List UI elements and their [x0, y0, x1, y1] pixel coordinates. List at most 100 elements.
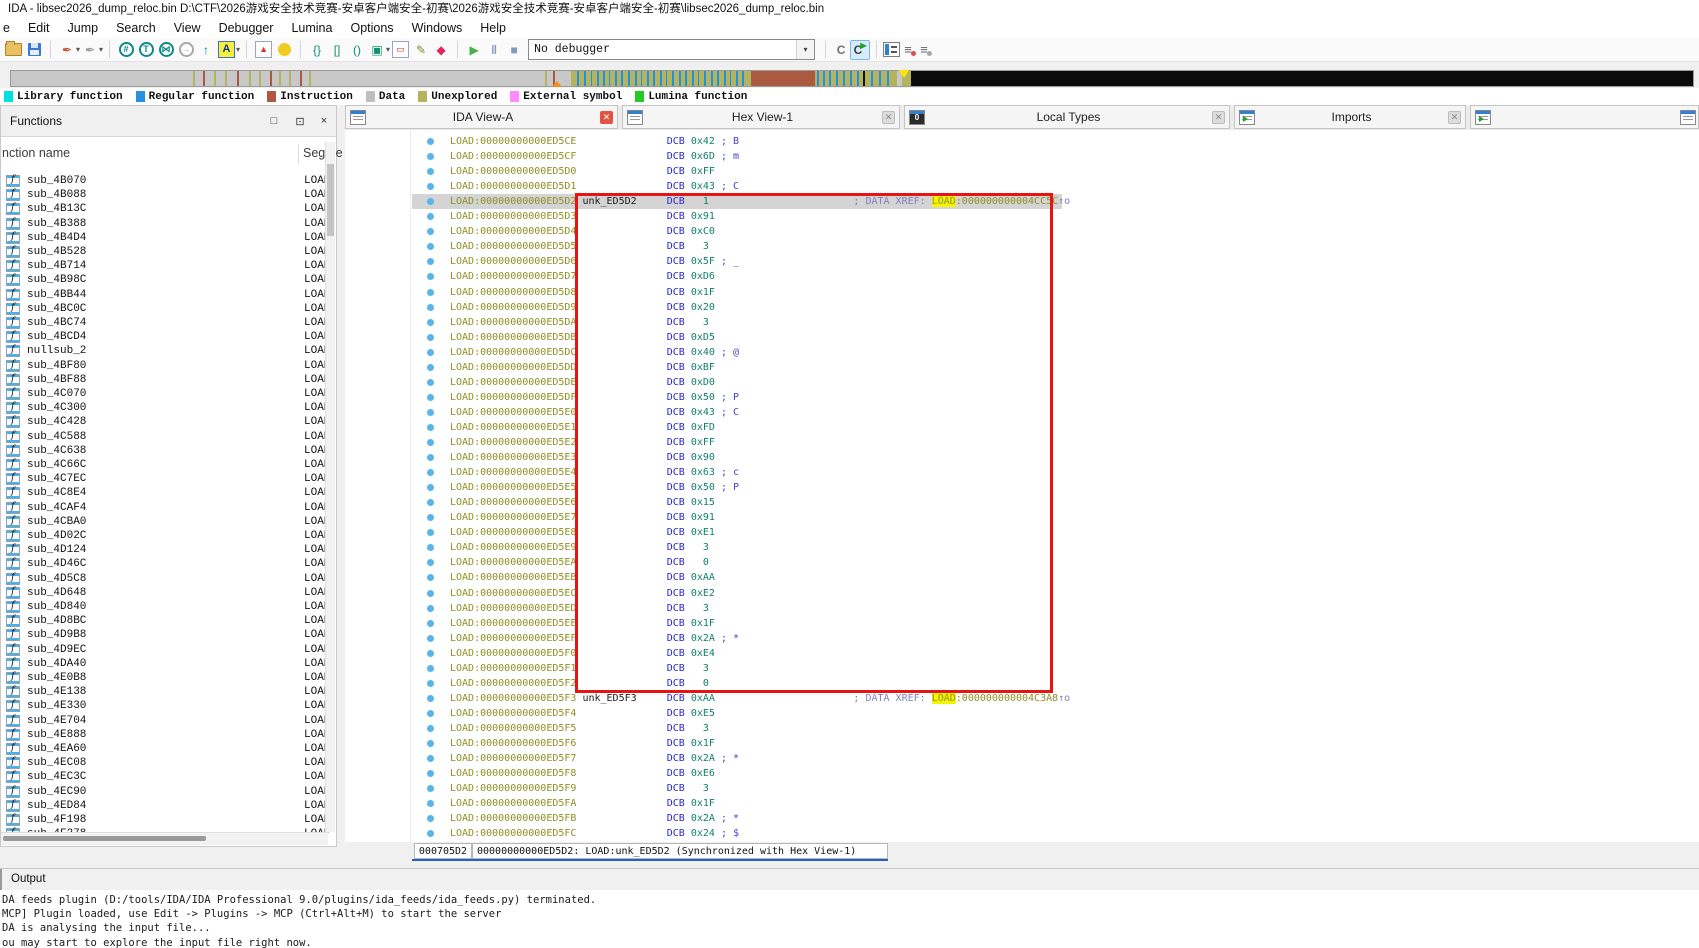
functions-horizontal-scrollbar[interactable]: [1, 832, 328, 845]
function-row[interactable]: fsub_4D5C8LOAD: [1, 573, 329, 587]
function-name[interactable]: sub_4EA60: [27, 743, 86, 755]
menu-item-search[interactable]: Search: [107, 21, 165, 35]
function-row[interactable]: fsub_4BC74LOAD: [1, 317, 329, 331]
function-row[interactable]: fsub_4C8E4LOAD: [1, 487, 329, 501]
function-name[interactable]: sub_4C428: [27, 416, 86, 428]
function-name[interactable]: sub_4D840: [27, 601, 86, 613]
stop-analysis-icon[interactable]: ◆: [433, 41, 449, 59]
function-name[interactable]: sub_4BF88: [27, 374, 86, 386]
window-list-icon[interactable]: [1680, 110, 1696, 125]
save-icon[interactable]: [26, 41, 42, 59]
menu-item-windows[interactable]: Windows: [403, 21, 472, 35]
disassembly-line[interactable]: LOAD:00000000000ED5F3 unk_ED5F3 DCB 0xAA…: [450, 691, 1070, 706]
stack-variables-icon[interactable]: ▣: [369, 41, 385, 59]
function-row[interactable]: fsub_4B388LOAD: [1, 218, 329, 232]
function-row[interactable]: fsub_4D124LOAD: [1, 544, 329, 558]
nav-band-segment[interactable]: [11, 71, 571, 86]
demangle-names-icon[interactable]: ▲: [255, 41, 272, 59]
function-row[interactable]: fsub_4C7ECLOAD: [1, 473, 329, 487]
function-row[interactable]: fsub_4C428LOAD: [1, 416, 329, 430]
function-row[interactable]: fsub_4C588LOAD: [1, 431, 329, 445]
function-row[interactable]: fsub_4BB44LOAD: [1, 289, 329, 303]
function-row[interactable]: fsub_4E888LOAD: [1, 729, 329, 743]
function-name[interactable]: sub_4B98C: [27, 274, 86, 286]
nav-band-segment[interactable]: [911, 71, 1693, 86]
chevron-down-icon[interactable]: ▾: [796, 40, 814, 59]
navigation-band[interactable]: [10, 70, 1694, 87]
close-tab-icon[interactable]: ✕: [600, 111, 613, 124]
function-row[interactable]: fsub_4F198LOAD: [1, 814, 329, 828]
debugger-selector[interactable]: No debugger▾: [528, 39, 815, 60]
close-tab-icon[interactable]: ✕: [1448, 111, 1461, 124]
jump-to-segment-icon[interactable]: ⋈: [158, 41, 174, 59]
disassembly-line[interactable]: LOAD:00000000000ED5CF DCB 0x6D ; m: [450, 149, 739, 164]
function-row[interactable]: fsub_4E138LOAD: [1, 686, 329, 700]
function-name[interactable]: sub_4D5C8: [27, 573, 86, 585]
function-row[interactable]: fsub_4DA40LOAD: [1, 658, 329, 672]
function-name[interactable]: sub_4B4D4: [27, 232, 86, 244]
function-name[interactable]: sub_4CBA0: [27, 516, 86, 528]
disassembly-line[interactable]: LOAD:00000000000ED5F6 DCB 0x1F: [450, 736, 715, 751]
disassembly-line[interactable]: LOAD:00000000000ED5F8 DCB 0xE6: [450, 766, 715, 781]
function-row[interactable]: fsub_4CAF4LOAD: [1, 502, 329, 516]
text-representation-icon[interactable]: A: [218, 41, 235, 59]
create-function-icon[interactable]: {}: [309, 41, 325, 59]
menu-item-debugger[interactable]: Debugger: [210, 21, 283, 35]
function-row[interactable]: fsub_4E330LOAD: [1, 700, 329, 714]
function-row[interactable]: fsub_4BCD4LOAD: [1, 331, 329, 345]
jump-up-icon[interactable]: ↑: [198, 41, 214, 59]
stack-variables-dropdown[interactable]: ▾: [386, 45, 390, 54]
function-name[interactable]: sub_4B388: [27, 218, 86, 230]
function-name[interactable]: sub_4EC90: [27, 786, 86, 798]
menu-item-help[interactable]: Help: [471, 21, 515, 35]
close-tab-icon[interactable]: ✕: [1212, 111, 1225, 124]
function-name[interactable]: sub_4B13C: [27, 203, 86, 215]
script-snippets-icon[interactable]: ≡: [916, 43, 932, 57]
function-name[interactable]: sub_4E704: [27, 715, 86, 727]
function-name[interactable]: sub_4C588: [27, 431, 86, 443]
edit-function-icon[interactable]: []: [329, 41, 345, 59]
navigate-forward-icon[interactable]: ✒: [82, 41, 98, 59]
disassembly-view[interactable]: LOAD:00000000000ED5CE DCB 0x42 ; BLOAD:0…: [345, 130, 1699, 842]
disassembly-line[interactable]: LOAD:00000000000ED5FA DCB 0x1F: [450, 796, 715, 811]
menu-item-options[interactable]: Options: [341, 21, 402, 35]
function-name[interactable]: sub_4C070: [27, 388, 86, 400]
function-row[interactable]: fsub_4EC08LOAD: [1, 757, 329, 771]
function-row[interactable]: fsub_4B98CLOAD: [1, 274, 329, 288]
jump-to-name-icon[interactable]: T: [138, 41, 154, 59]
jump-to-xref-icon[interactable]: →: [178, 41, 194, 59]
function-name[interactable]: sub_4EC08: [27, 757, 86, 769]
pause-debugger-icon[interactable]: ‖: [486, 41, 502, 59]
menu-item-edit[interactable]: Edit: [19, 21, 59, 35]
functions-column-header[interactable]: nction name Segme: [1, 142, 336, 166]
tab-imports[interactable]: Imports✕: [1234, 105, 1466, 129]
functions-list[interactable]: fsub_4B070LOADfsub_4B088LOADfsub_4B13CLO…: [1, 168, 329, 833]
open-file-icon[interactable]: [5, 41, 22, 59]
function-name[interactable]: sub_4D8BC: [27, 615, 86, 627]
start-debugger-icon[interactable]: ▶: [466, 41, 482, 59]
function-row[interactable]: fsub_4D8BCLOAD: [1, 615, 329, 629]
function-row[interactable]: fsub_4B13CLOAD: [1, 203, 329, 217]
function-name[interactable]: sub_4BCD4: [27, 331, 86, 343]
tab-label[interactable]: Imports: [1255, 110, 1448, 124]
function-name[interactable]: sub_4B070: [27, 175, 86, 187]
close-tab-icon[interactable]: ✕: [882, 111, 895, 124]
function-name[interactable]: sub_4D124: [27, 544, 86, 556]
function-row[interactable]: fsub_4C070LOAD: [1, 388, 329, 402]
function-row[interactable]: fsub_4E0B8LOAD: [1, 672, 329, 686]
tab-local-types[interactable]: 0Local Types✕: [904, 105, 1230, 129]
function-name[interactable]: sub_4BB44: [27, 289, 86, 301]
functions-vertical-scrollbar[interactable]: [325, 142, 335, 832]
function-row[interactable]: fsub_4B070LOAD: [1, 175, 329, 189]
function-name[interactable]: sub_4BF80: [27, 360, 86, 372]
function-row[interactable]: fsub_4ED84LOAD: [1, 800, 329, 814]
tab-label[interactable]: Hex View-1: [643, 110, 882, 124]
navigate-back-icon[interactable]: ✒: [59, 41, 75, 59]
function-row[interactable]: fsub_4D840LOAD: [1, 601, 329, 615]
disassembly-line[interactable]: LOAD:00000000000ED5CE DCB 0x42 ; B: [450, 134, 739, 149]
float-panel-icon[interactable]: ⊡: [292, 113, 308, 129]
function-name[interactable]: sub_4D9EC: [27, 644, 86, 656]
navigate-forward-dropdown[interactable]: ▾: [99, 45, 103, 54]
function-name[interactable]: sub_4E138: [27, 686, 86, 698]
function-name[interactable]: sub_4E0B8: [27, 672, 86, 684]
